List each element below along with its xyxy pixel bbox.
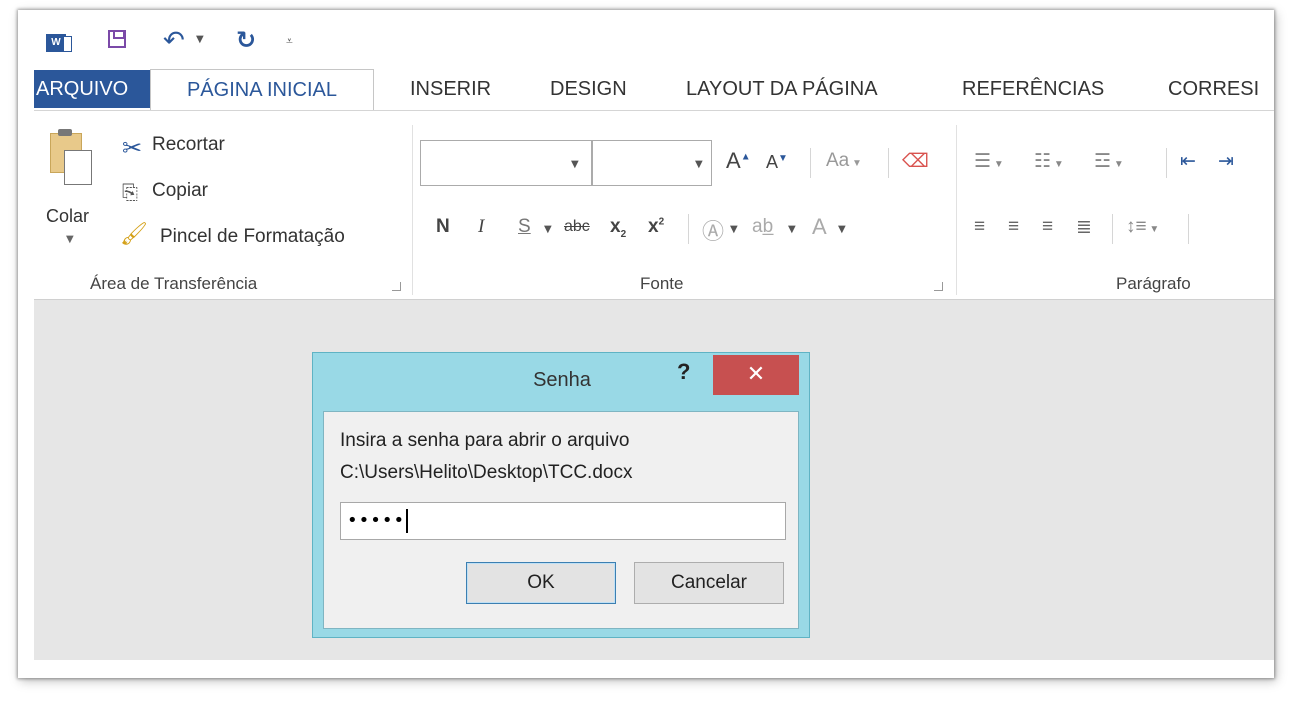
font-color-icon[interactable]: A	[812, 214, 827, 240]
numbering-icon[interactable]: ☷ ▼	[1034, 150, 1064, 173]
strikethrough-button[interactable]: abc	[564, 218, 590, 236]
file-path: C:\Users\Helito\Desktop\TCC.docx	[340, 462, 633, 483]
format-painter-button[interactable]: Pincel de Formatação	[160, 226, 345, 248]
close-button[interactable]: ✕	[713, 355, 799, 395]
font-name-combo[interactable]: ▼	[420, 140, 592, 186]
grow-font-icon[interactable]: A▲	[726, 148, 751, 174]
cancel-button[interactable]: Cancelar	[634, 562, 784, 604]
increase-indent-icon[interactable]: ⇥	[1218, 150, 1234, 173]
separator	[1112, 214, 1113, 244]
bold-button[interactable]: N	[436, 216, 450, 238]
clear-formatting-icon[interactable]: ⌫	[902, 150, 929, 173]
superscript-button[interactable]: x2	[648, 216, 664, 238]
decrease-indent-icon[interactable]: ⇤	[1180, 150, 1196, 173]
tab-pagina-inicial[interactable]: PÁGINA INICIAL	[150, 69, 374, 111]
change-case-label: Aa	[826, 150, 850, 171]
superscript-label: x	[648, 216, 659, 237]
align-left-icon[interactable]: ≡	[974, 216, 985, 238]
ok-button[interactable]: OK	[466, 562, 616, 604]
separator	[810, 148, 811, 178]
undo-dropdown-icon[interactable]: ▼	[196, 34, 204, 45]
line-spacing-icon[interactable]: ↕≡ ▼	[1126, 216, 1159, 238]
clipboard-launcher-icon[interactable]	[392, 282, 401, 291]
copy-button[interactable]: Copiar	[152, 180, 208, 202]
multilevel-list-icon[interactable]: ☲ ▼	[1094, 150, 1124, 173]
paste-button[interactable]: Colar	[46, 206, 89, 227]
separator	[1166, 148, 1167, 178]
font-size-combo[interactable]: ▼	[592, 140, 712, 186]
shrink-font-icon[interactable]: A▼	[766, 152, 788, 173]
redo-icon[interactable]: ↻	[236, 26, 256, 54]
word-window: W ↶ ▼ ↻ ⩡ ARQUIVO PÁGINA INICIAL INSERIR…	[18, 10, 1274, 678]
password-dialog: Senha ? ✕ Insira a senha para abrir o ar…	[312, 352, 810, 638]
chevron-down-icon: ▼	[571, 159, 579, 170]
underline-button[interactable]: S	[518, 216, 531, 238]
separator	[888, 148, 889, 178]
tab-layout-da-pagina[interactable]: LAYOUT DA PÁGINA	[686, 70, 878, 108]
tab-correspondencias[interactable]: CORRESI	[1168, 70, 1259, 108]
undo-icon[interactable]: ↶	[163, 26, 185, 56]
save-icon[interactable]	[108, 30, 126, 48]
customize-qat-icon[interactable]: ⩡	[286, 34, 293, 49]
text-caret	[406, 509, 409, 533]
dialog-body: Insira a senha para abrir o arquivo C:\U…	[323, 411, 799, 629]
highlight-icon[interactable]: ab̲	[752, 216, 773, 238]
clipboard-group-label: Área de Transferência	[90, 274, 258, 293]
tab-arquivo[interactable]: ARQUIVO	[34, 70, 150, 108]
change-case-button[interactable]: Aa ▼	[826, 150, 862, 172]
tab-referencias[interactable]: REFERÊNCIAS	[962, 70, 1104, 108]
password-input[interactable]: •••••	[340, 502, 786, 540]
separator	[688, 214, 689, 244]
group-separator	[956, 125, 957, 295]
tab-inserir[interactable]: INSERIR	[410, 70, 491, 108]
text-effects-dropdown-icon[interactable]: ▼	[730, 224, 738, 235]
dialog-prompt: Insira a senha para abrir o arquivo	[340, 430, 630, 451]
text-effects-icon[interactable]: Ⓐ	[702, 214, 724, 246]
separator	[1188, 214, 1189, 244]
cut-button[interactable]: Recortar	[152, 134, 225, 156]
font-color-dropdown-icon[interactable]: ▼	[838, 224, 846, 235]
underline-dropdown-icon[interactable]: ▼	[544, 224, 552, 235]
copy-icon: ⎘	[122, 180, 138, 204]
highlight-dropdown-icon[interactable]: ▼	[788, 224, 796, 235]
italic-button[interactable]: I	[478, 216, 484, 238]
subscript-label: x	[610, 216, 621, 237]
scissors-icon: ✂	[122, 134, 143, 162]
font-group-label: Fonte	[640, 274, 684, 293]
paste-page-icon	[64, 150, 92, 185]
format-painter-icon: 🖌	[120, 222, 148, 247]
paragraph-group-label: Parágrafo	[1116, 274, 1191, 293]
word-icon: W	[46, 34, 72, 52]
chevron-down-icon: ▼	[695, 159, 703, 170]
paste-dropdown-icon[interactable]: ▼	[66, 234, 74, 245]
subscript-button[interactable]: x2	[610, 216, 626, 240]
help-icon[interactable]: ?	[677, 359, 690, 385]
font-launcher-icon[interactable]	[934, 282, 943, 291]
password-value: •••••	[347, 510, 406, 531]
justify-icon[interactable]: ≣	[1076, 216, 1092, 239]
tab-design[interactable]: DESIGN	[550, 70, 627, 108]
group-separator	[412, 125, 413, 295]
bullets-icon[interactable]: ☰ ▼	[974, 150, 1004, 173]
align-center-icon[interactable]: ≡	[1008, 216, 1019, 238]
align-right-icon[interactable]: ≡	[1042, 216, 1053, 238]
